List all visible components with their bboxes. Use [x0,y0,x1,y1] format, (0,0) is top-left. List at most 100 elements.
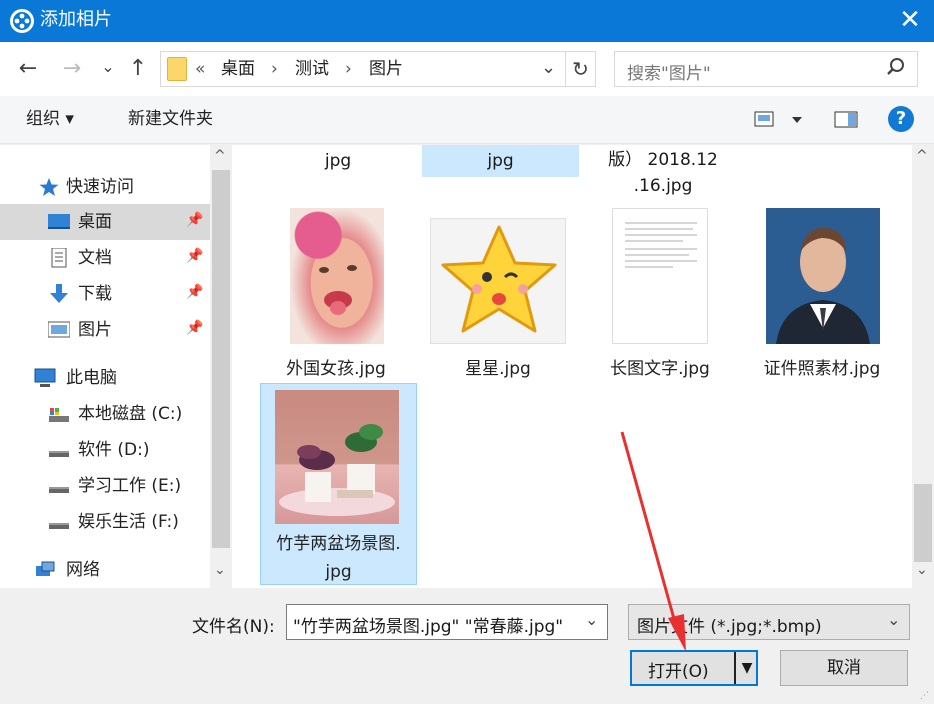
sidebar-item-label: 学习工作 (E:) [78,476,182,496]
view-options-icon[interactable] [754,110,810,135]
sidebar-item-downloads[interactable]: 下载 📌 [0,276,210,312]
sidebar-item-label: 娱乐生活 (F:) [78,512,179,532]
document-icon [51,248,67,268]
breadcrumb-separator: › [345,59,352,79]
film-reel-icon [10,9,34,33]
computer-icon [34,368,56,387]
resize-grip-icon[interactable]: ⋰ [920,692,929,701]
open-button[interactable]: 打开(O) ▼ [630,650,758,686]
desktop-icon [48,214,70,229]
address-dropdown-icon[interactable]: ⌄ [541,57,556,78]
open-button-label[interactable]: 打开(O) [648,657,709,682]
window-title: 添加相片 [40,9,112,30]
chevron-down-icon[interactable]: ⌄ [887,610,900,629]
chevron-down-icon[interactable]: ⌄ [585,610,598,629]
content-scrollbar-thumb[interactable] [914,484,932,562]
close-icon[interactable]: ✕ [894,7,926,34]
refresh-icon[interactable]: ↻ [565,52,595,86]
scroll-down-icon[interactable]: ⌄ [214,562,226,578]
sidebar-item-pictures[interactable]: 图片 📌 [0,312,210,348]
file-item[interactable]: 星星.jpg [422,208,574,412]
open-options-dropdown-icon[interactable]: ▼ [734,652,758,684]
dialog-footer: 文件名(N): "竹芋两盆场景图.jpg" "常春藤.jpg" ⌄ 图片文件 (… [0,588,934,704]
navigation-pane: 快速访问 桌面 📌 文档 📌 下载 📌 图片 📌 此电脑 本地磁盘 (C:) 软… [0,145,210,588]
sidebar-item-drive-f[interactable]: 娱乐生活 (F:) [0,504,210,540]
sidebar-item-label: 文档 [78,248,112,268]
breadcrumb-desktop[interactable]: 桌面 [221,58,255,80]
filename-label: 文件名(N): [192,617,275,637]
pin-icon: 📌 [186,284,204,300]
filetype-value[interactable]: 图片文件 (*.jpg;*.bmp) [637,612,822,637]
star-icon [39,178,59,196]
file-list: jpg jpg 版） 2018.12 .16.jpg 外国女孩.jpg 星星.j… [232,145,912,588]
star-thumbnail [430,218,566,344]
drive-icon [49,487,69,493]
sidebar-item-label: 桌面 [78,212,112,232]
pin-icon: 📌 [186,248,204,264]
sidebar-item-drive-e[interactable]: 学习工作 (E:) [0,468,210,504]
file-name: 证件照素材.jpg [763,359,881,379]
sidebar-item-documents[interactable]: 文档 📌 [0,240,210,276]
up-arrow-icon[interactable]: ↑ [126,57,150,81]
breadcrumb-separator: › [271,59,278,79]
pin-icon: 📌 [186,320,204,336]
file-item[interactable]: 证件照素材.jpg [746,208,898,412]
file-item[interactable]: 外国女孩.jpg [260,208,412,412]
file-item[interactable]: 版） 2018.12 .16.jpg [590,147,736,199]
recent-locations-chevron-icon[interactable]: ⌄ [96,55,120,79]
sidebar-item-desktop[interactable]: 桌面 📌 [0,204,210,240]
breadcrumb-pictures[interactable]: 图片 [369,58,403,80]
sidebar-scrollbar-thumb[interactable] [212,170,230,548]
sidebar-item-label: 此电脑 [66,368,117,388]
help-icon[interactable]: ? [888,106,914,132]
file-name: 星星.jpg [465,359,531,379]
preview-pane-icon[interactable] [834,110,858,135]
sidebar-item-label: 快速访问 [66,177,134,197]
sidebar-item-label: 本地磁盘 (C:) [78,404,183,424]
portrait-thumbnail [766,208,880,344]
breadcrumb-test[interactable]: 测试 [295,58,329,80]
sidebar-item-label: 下载 [78,284,112,304]
search-placeholder[interactable]: 搜索"图片" [627,59,711,84]
folder-icon [167,57,187,81]
file-item-selected[interactable]: 竹芋两盆场景图. jpg [260,383,417,585]
cancel-button[interactable]: 取消 [780,650,908,686]
sidebar-item-label: 网络 [66,560,100,580]
search-box[interactable]: 搜索"图片" [614,51,918,87]
drive-icon [49,408,69,422]
file-name: 长图文字.jpg [610,359,710,379]
file-name: 外国女孩.jpg [286,359,386,379]
filename-input[interactable]: "竹芋两盆场景图.jpg" "常春藤.jpg" ⌄ [286,604,608,640]
file-item[interactable]: 长图文字.jpg [584,208,736,412]
file-name: 竹芋两盆场景图. jpg [276,534,401,582]
download-icon [50,284,68,303]
sidebar-item-drive-c[interactable]: 本地磁盘 (C:) [0,396,210,432]
scroll-up-icon[interactable]: ^ [916,148,928,164]
sidebar-item-network[interactable]: 网络 [0,552,210,588]
organize-menu[interactable]: 组织 ▾ [26,108,74,130]
text-document-thumbnail [612,208,708,344]
search-icon[interactable] [885,55,907,87]
plant-photo-thumbnail [275,390,399,524]
drive-icon [49,451,69,457]
file-item[interactable]: jpg [262,145,414,177]
photo-thumbnail [290,208,384,344]
new-folder-button[interactable]: 新建文件夹 [128,108,213,130]
back-arrow-icon[interactable]: ← [16,57,40,81]
drive-icon [49,523,69,529]
scroll-up-icon[interactable]: ^ [214,148,226,164]
filetype-select[interactable]: 图片文件 (*.jpg;*.bmp) ⌄ [628,604,910,640]
sidebar-item-label: 图片 [78,320,112,340]
scroll-down-icon[interactable]: ⌄ [916,562,928,578]
command-toolbar: 组织 ▾ 新建文件夹 ? [0,96,934,144]
sidebar-item-this-pc[interactable]: 此电脑 [0,360,210,396]
sidebar-item-drive-d[interactable]: 软件 (D:) [0,432,210,468]
breadcrumb-overflow[interactable]: « [195,58,205,80]
sidebar-item-quick-access[interactable]: 快速访问 [0,169,210,205]
pictures-icon [48,321,70,338]
pin-icon: 📌 [186,212,204,228]
file-item-selected[interactable]: jpg [422,145,579,177]
address-bar[interactable]: « 桌面 › 测试 › 图片 ⌄ ↻ [160,51,596,87]
forward-arrow-icon[interactable]: → [60,57,84,81]
filename-value[interactable]: "竹芋两盆场景图.jpg" "常春藤.jpg" [293,612,563,637]
